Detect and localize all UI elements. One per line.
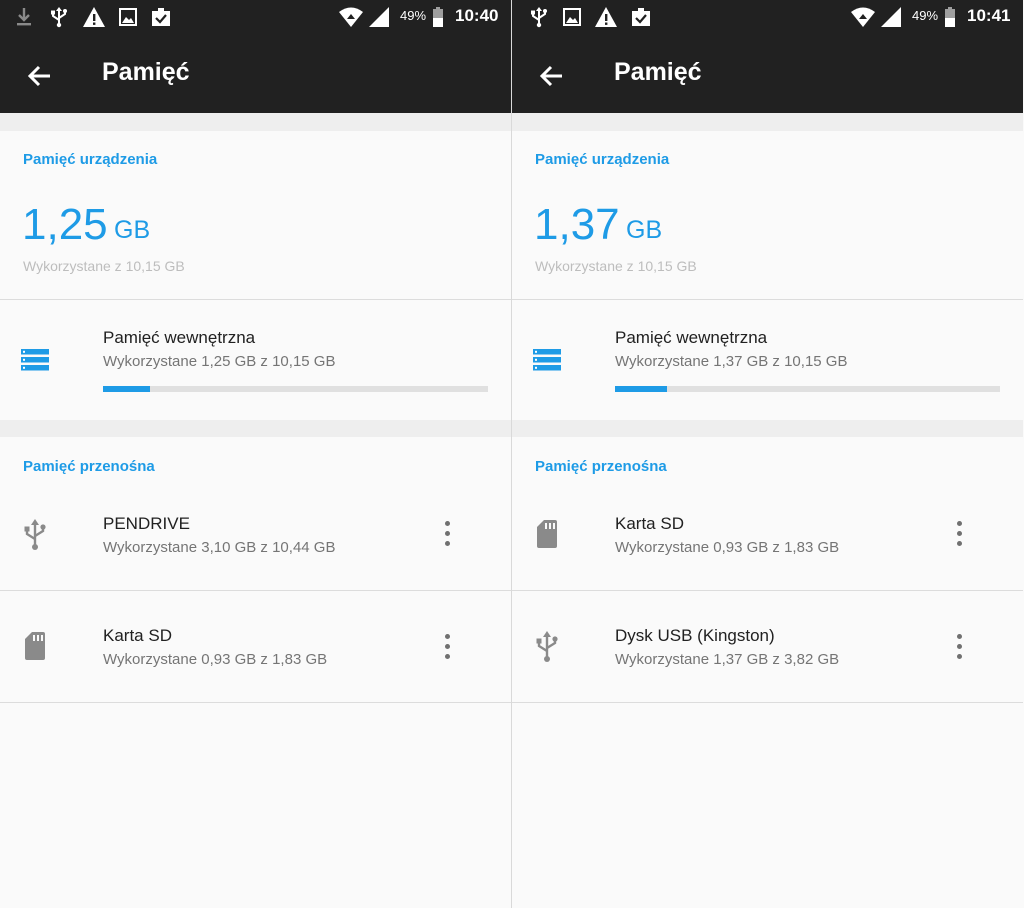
storage-progress-fill xyxy=(103,386,151,392)
section-gap xyxy=(512,113,1023,131)
used-storage-unit: GB xyxy=(626,216,663,244)
portable-item-subtitle: Wykorzystane 3,10 GB z 10,44 GB xyxy=(103,539,336,556)
status-bar: 49% 10:40 xyxy=(0,0,511,36)
clipboard-check-icon xyxy=(152,8,170,26)
battery-icon xyxy=(433,7,443,27)
used-storage-value: 1,37 xyxy=(534,200,620,249)
storage-progress-fill xyxy=(615,386,667,392)
portable-storage-header: Pamięć przenośna xyxy=(535,458,667,475)
divider xyxy=(0,702,511,703)
page-title: Pamięć xyxy=(614,58,702,86)
usb-icon xyxy=(24,519,46,550)
divider xyxy=(512,299,1023,300)
battery-percent: 49% xyxy=(400,8,427,23)
warning-icon xyxy=(595,7,617,27)
storage-screen-right: 49% 10:41 Pamięć Pamięć urządzenia 1,37 … xyxy=(512,0,1023,908)
wifi-icon xyxy=(339,7,363,27)
usb-icon xyxy=(531,7,547,28)
overflow-menu-icon[interactable] xyxy=(952,634,968,662)
signal-icon xyxy=(369,7,389,27)
internal-storage-subtitle: Wykorzystane 1,37 GB z 10,15 GB xyxy=(615,353,848,370)
sd-card-icon xyxy=(537,520,557,548)
clipboard-check-icon xyxy=(632,8,650,26)
divider xyxy=(512,702,1023,703)
portable-item-subtitle: Wykorzystane 1,37 GB z 3,82 GB xyxy=(615,651,840,668)
divider xyxy=(0,299,511,300)
divider xyxy=(0,590,511,591)
portable-item-title: Karta SD xyxy=(615,514,684,533)
storage-progress-bar xyxy=(103,386,488,392)
used-storage-value: 1,25 xyxy=(22,200,108,249)
section-gap xyxy=(0,113,511,131)
portable-item-subtitle: Wykorzystane 0,93 GB z 1,83 GB xyxy=(103,651,328,668)
section-gap xyxy=(0,420,511,437)
overflow-menu-icon[interactable] xyxy=(440,521,456,549)
portable-item-title: Dysk USB (Kingston) xyxy=(615,626,775,645)
battery-percent: 49% xyxy=(912,8,939,23)
used-storage-total: Wykorzystane z 10,15 GB xyxy=(23,258,185,274)
section-gap xyxy=(512,420,1023,437)
storage-icon xyxy=(21,349,49,371)
sd-card-icon xyxy=(25,632,45,660)
screenshot-pair: 49% 10:40 Pamięć Pamięć urządzenia 1,25 … xyxy=(0,0,1024,908)
divider xyxy=(512,590,1023,591)
page-title: Pamięć xyxy=(102,58,190,86)
status-bar: 49% 10:41 xyxy=(512,0,1023,36)
storage-icon xyxy=(533,349,561,371)
back-arrow-icon[interactable] xyxy=(538,62,566,90)
overflow-menu-icon[interactable] xyxy=(952,521,968,549)
back-arrow-icon[interactable] xyxy=(26,62,54,90)
clock: 10:41 xyxy=(967,6,1011,25)
storage-progress-bar xyxy=(615,386,1000,392)
usb-icon xyxy=(536,631,558,662)
portable-storage-header: Pamięć przenośna xyxy=(23,458,155,475)
used-storage-unit: GB xyxy=(114,216,151,244)
device-storage-header: Pamięć urządzenia xyxy=(535,151,670,168)
image-icon xyxy=(119,8,137,26)
internal-storage-title: Pamięć wewnętrzna xyxy=(103,328,256,347)
clock: 10:40 xyxy=(455,6,499,25)
used-storage-total: Wykorzystane z 10,15 GB xyxy=(535,258,697,274)
storage-screen-left: 49% 10:40 Pamięć Pamięć urządzenia 1,25 … xyxy=(0,0,511,908)
signal-icon xyxy=(881,7,901,27)
device-storage-header: Pamięć urządzenia xyxy=(23,151,158,168)
image-icon xyxy=(563,8,581,26)
download-icon xyxy=(17,8,31,26)
wifi-icon xyxy=(851,7,875,27)
usb-icon xyxy=(51,7,67,28)
app-bar: Pamięć xyxy=(0,36,511,113)
internal-storage-title: Pamięć wewnętrzna xyxy=(615,328,768,347)
overflow-menu-icon[interactable] xyxy=(440,634,456,662)
portable-item-title: Karta SD xyxy=(103,626,172,645)
portable-item-subtitle: Wykorzystane 0,93 GB z 1,83 GB xyxy=(615,539,840,556)
portable-item-title: PENDRIVE xyxy=(103,514,190,533)
battery-icon xyxy=(945,7,955,27)
warning-icon xyxy=(83,7,105,27)
internal-storage-subtitle: Wykorzystane 1,25 GB z 10,15 GB xyxy=(103,353,336,370)
app-bar: Pamięć xyxy=(512,36,1023,113)
